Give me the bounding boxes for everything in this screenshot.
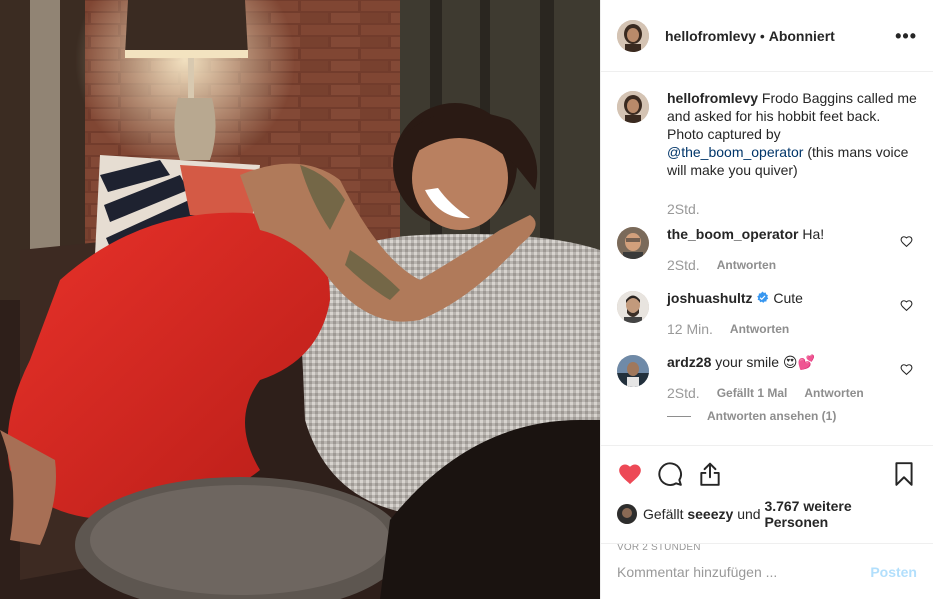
comment-username[interactable]: the_boom_operator xyxy=(667,226,798,242)
caption-avatar[interactable] xyxy=(617,91,649,123)
likes-prefix: Gefällt xyxy=(643,506,684,522)
separator-dot: • xyxy=(759,27,765,44)
caption-avatar-image xyxy=(617,91,649,123)
comment-time[interactable]: 2Std. xyxy=(667,385,700,401)
comment-username[interactable]: ardz28 xyxy=(667,354,711,370)
small-heart-icon[interactable] xyxy=(900,235,913,248)
caption-meta: 2Std. xyxy=(667,201,917,217)
comment-text-block: joshuashultz Cute xyxy=(667,289,887,307)
comment-text: your smile 😍💕 xyxy=(715,354,815,370)
comment-icon[interactable] xyxy=(657,461,683,487)
post-comment-button[interactable]: Posten xyxy=(870,564,917,580)
heart-icon[interactable] xyxy=(617,461,643,487)
comment-meta: 2Std. Antworten xyxy=(667,257,887,273)
reply-button[interactable]: Antworten xyxy=(717,258,776,272)
caption-body: hellofromlevy Frodo Baggins called me an… xyxy=(667,89,917,217)
more-options-button[interactable]: ••• xyxy=(895,27,917,45)
share-icon[interactable] xyxy=(697,461,723,487)
caption-mention-link[interactable]: @the_boom_operator xyxy=(667,144,803,160)
comment-body: the_boom_operator Ha! 2Std. Antworten xyxy=(667,225,917,273)
small-heart-icon[interactable] xyxy=(900,299,913,312)
likes-count-link[interactable]: 3.767 weitere Personen xyxy=(764,498,917,530)
small-heart-icon[interactable] xyxy=(900,363,913,376)
comment-likes-count[interactable]: Gefällt 1 Mal xyxy=(717,386,788,400)
view-replies-label: Antworten ansehen (1) xyxy=(707,409,837,423)
replies-dash xyxy=(667,415,691,417)
caption: hellofromlevy Frodo Baggins called me an… xyxy=(617,89,917,217)
action-icons-row xyxy=(617,454,917,494)
view-replies-button[interactable]: Antworten ansehen (1) xyxy=(667,409,917,423)
author-avatar[interactable] xyxy=(617,19,649,52)
comment-text: Cute xyxy=(773,290,803,306)
comment-time[interactable]: 12 Min. xyxy=(667,321,713,337)
comment-time[interactable]: 2Std. xyxy=(667,257,700,273)
reply-button[interactable]: Antworten xyxy=(804,386,863,400)
post-side-panel: hellofromlevy • Abonniert ••• hellofroml… xyxy=(600,0,933,599)
author-line: hellofromlevy • Abonniert xyxy=(665,28,895,44)
comment-item: joshuashultz Cute 12 Min. Antworten xyxy=(617,289,917,337)
likes-middle: und xyxy=(737,506,761,522)
comment-avatar[interactable] xyxy=(617,227,649,259)
comment-body: ardz28 your smile 😍💕 2Std. Gefällt 1 Mal… xyxy=(667,353,917,401)
caption-username[interactable]: hellofromlevy xyxy=(667,90,758,106)
comments-section[interactable]: hellofromlevy Frodo Baggins called me an… xyxy=(601,73,933,445)
add-comment-bar: Posten xyxy=(601,543,933,599)
follow-status[interactable]: Abonniert xyxy=(769,28,835,44)
author-username[interactable]: hellofromlevy xyxy=(665,28,756,44)
verified-icon xyxy=(757,291,769,303)
comment-avatar[interactable] xyxy=(617,291,649,323)
comment-text-block: the_boom_operator Ha! xyxy=(667,225,887,243)
comment-input[interactable] xyxy=(617,563,871,580)
likes-summary: Gefällt seeezy und 3.767 weitere Persone… xyxy=(617,498,917,530)
comment-username[interactable]: joshuashultz xyxy=(667,290,753,306)
liker-avatar[interactable] xyxy=(617,504,637,524)
reply-button[interactable]: Antworten xyxy=(730,322,789,336)
liker-avatar-image xyxy=(617,504,637,524)
action-bar: Gefällt seeezy und 3.767 weitere Persone… xyxy=(601,445,933,553)
caption-text-block: hellofromlevy Frodo Baggins called me an… xyxy=(667,89,917,179)
comment-meta: 2Std. Gefällt 1 Mal Antworten xyxy=(667,385,887,401)
comment-avatar-image xyxy=(617,227,649,259)
comment-item: the_boom_operator Ha! 2Std. Antworten xyxy=(617,225,917,273)
bookmark-icon[interactable] xyxy=(891,461,917,487)
comment-text-block: ardz28 your smile 😍💕 xyxy=(667,353,887,371)
comment-avatar[interactable] xyxy=(617,355,649,387)
photo-illustration xyxy=(0,0,600,599)
caption-time[interactable]: 2Std. xyxy=(667,201,700,217)
post-photo[interactable] xyxy=(0,0,600,599)
comment-avatar-image xyxy=(617,355,649,387)
post-header: hellofromlevy • Abonniert ••• xyxy=(601,0,933,72)
comment-item: ardz28 your smile 😍💕 2Std. Gefällt 1 Mal… xyxy=(617,353,917,401)
comment-body: joshuashultz Cute 12 Min. Antworten xyxy=(667,289,917,337)
liker-username[interactable]: seeezy xyxy=(687,506,733,522)
author-avatar-image xyxy=(617,19,649,52)
comment-text: Ha! xyxy=(802,226,825,242)
comment-meta: 12 Min. Antworten xyxy=(667,321,887,337)
comment-avatar-image xyxy=(617,291,649,323)
